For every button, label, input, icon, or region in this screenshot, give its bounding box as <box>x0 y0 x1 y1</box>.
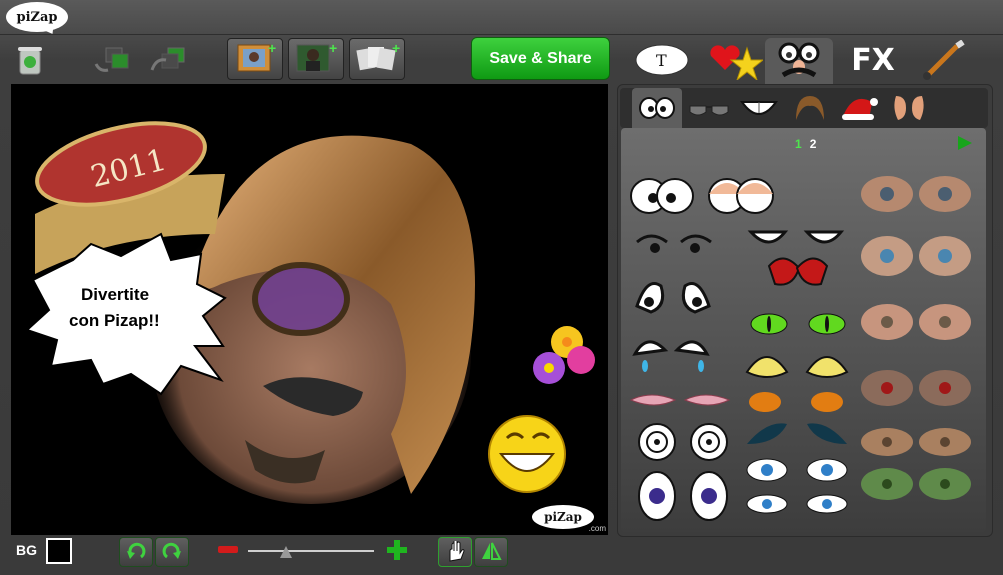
page-2-link[interactable]: 2 <box>810 137 817 151</box>
svg-text:+: + <box>392 40 400 56</box>
sticker-eyes-14 <box>747 423 847 444</box>
eyes-sticker-grid <box>621 128 986 532</box>
pizap-watermark: piZap <box>532 505 594 529</box>
new-photo-button[interactable]: + <box>227 38 283 80</box>
bubble-line-1: Divertite <box>81 285 149 304</box>
rotate-right-icon[interactable] <box>155 537 189 567</box>
year-2011-badge: 2011 <box>35 121 225 274</box>
send-back-icon[interactable] <box>92 44 138 76</box>
divider <box>0 34 1003 35</box>
cutout-button[interactable]: + <box>288 38 344 80</box>
sticker-eyes-5 <box>629 394 731 406</box>
fx-tab-label: FX <box>851 42 895 78</box>
bubble-line-2: con Pizap!! <box>69 311 160 330</box>
collage-button[interactable]: + <box>349 38 405 80</box>
svg-text:+: + <box>268 40 276 56</box>
sticker-eyes-16 <box>746 494 848 514</box>
pizap-logo: piZap <box>6 2 68 32</box>
sticker-eyes-12 <box>745 356 849 378</box>
sticker-eyes-7 <box>638 471 728 521</box>
zoom-slider-track[interactable] <box>248 550 374 552</box>
sticker-eyes-8 <box>708 178 774 214</box>
pizap-watermark-suffix: .com <box>588 524 606 533</box>
svg-text:+: + <box>329 40 337 56</box>
stickers-tab[interactable] <box>703 38 763 82</box>
next-page-arrow-icon[interactable] <box>956 134 972 157</box>
hat-subtab[interactable] <box>834 88 884 128</box>
bring-front-icon[interactable] <box>148 44 194 76</box>
sticker-eyes-15 <box>746 458 848 482</box>
zoom-in-icon[interactable] <box>386 539 408 566</box>
fx-tab[interactable]: FX <box>843 38 903 82</box>
sticker-eyes-13 <box>749 392 843 412</box>
bg-label: BG <box>16 542 37 558</box>
disguise-tab[interactable] <box>765 38 833 84</box>
sticker-eyes-2 <box>636 234 712 253</box>
text-tab[interactable]: T <box>633 38 691 82</box>
smiley-sticker <box>488 415 566 493</box>
sticker-eyes-1 <box>630 178 694 214</box>
heart-star-icon <box>710 45 763 80</box>
zoom-slider-handle[interactable] <box>279 545 292 563</box>
rotate-left-icon[interactable] <box>119 537 153 567</box>
teeth-subtab[interactable] <box>734 88 784 128</box>
trash-icon[interactable] <box>16 44 44 76</box>
hair-subtab[interactable] <box>784 88 834 128</box>
sunglasses-subtab[interactable] <box>684 88 734 128</box>
page-1-link[interactable]: 1 <box>795 137 802 151</box>
sticker-subtabs <box>620 88 988 128</box>
sticker-eyes-3 <box>635 282 711 314</box>
photo-canvas[interactable]: 2011 Divertite con Pizap!! piZap .com <box>11 84 608 535</box>
pan-hand-icon[interactable] <box>438 537 472 567</box>
realistic-eyes <box>861 176 971 500</box>
text-tab-label: T <box>656 51 667 70</box>
paint-tab[interactable] <box>913 38 973 82</box>
zoom-out-icon[interactable] <box>218 546 238 553</box>
background-color-swatch[interactable] <box>46 538 72 564</box>
sticker-eyes-6 <box>638 423 728 461</box>
ears-subtab[interactable] <box>884 88 934 128</box>
disguise-glasses-icon <box>778 42 820 78</box>
sticker-eyes-11 <box>750 313 846 335</box>
flip-icon[interactable] <box>474 537 508 567</box>
sticker-eyes-10 <box>767 257 829 286</box>
pagination: 12 <box>795 137 816 151</box>
eyepatch-sticker <box>252 262 350 336</box>
sticker-eyes-9 <box>747 230 845 244</box>
eyes-subtab[interactable] <box>632 88 682 128</box>
paintbrush-icon <box>923 40 965 80</box>
sticker-eyes-4 <box>632 340 710 372</box>
flowers-sticker <box>533 326 595 384</box>
save-share-button[interactable]: Save & Share <box>471 37 610 80</box>
